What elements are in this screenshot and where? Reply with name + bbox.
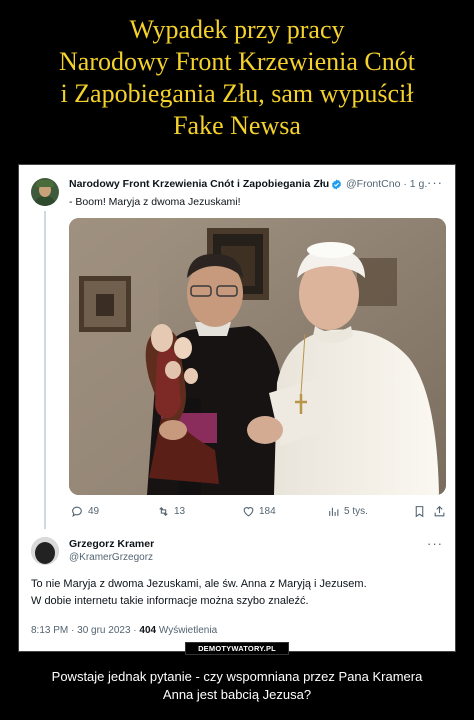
tweet-thread-screenshot: Narodowy Front Krzewienia Cnót i Zapobie… bbox=[18, 164, 456, 652]
meme-title: Wypadek przy pracy Narodowy Front Krzewi… bbox=[0, 14, 474, 142]
thread-connector bbox=[44, 211, 46, 529]
avatar[interactable] bbox=[31, 178, 59, 206]
reply-button[interactable]: 49 bbox=[71, 505, 99, 518]
views-count: 5 tys. bbox=[344, 506, 368, 517]
tweet-header: Narodowy Front Krzewienia Cnót i Zapobie… bbox=[69, 178, 427, 190]
repost-button[interactable]: 13 bbox=[157, 505, 185, 518]
title-line: Narodowy Front Krzewienia Cnót bbox=[59, 47, 415, 76]
tweet-timestamp[interactable]: 8:13 PM · 30 gru 2023 · 404 Wyświetlenia bbox=[31, 625, 217, 636]
repost-count: 13 bbox=[174, 506, 186, 517]
like-icon bbox=[243, 507, 254, 517]
tweet-text-line: To nie Maryja z dwoma Jezuskami, ale św.… bbox=[31, 578, 367, 590]
author-handle[interactable]: @KramerGrzegorz bbox=[69, 552, 153, 563]
views-button[interactable]: 5 tys. bbox=[327, 505, 368, 518]
verified-badge-icon bbox=[331, 179, 342, 190]
author-name[interactable]: Narodowy Front Krzewienia Cnót i Zapobie… bbox=[69, 178, 329, 190]
reply-icon bbox=[72, 506, 82, 517]
tweet-actions: 49 13 184 5 tys. bbox=[69, 505, 447, 521]
tweet-text-line: W dobie internetu takie informacje można… bbox=[31, 595, 309, 607]
repost-icon bbox=[159, 506, 168, 517]
title-line: Wypadek przy pracy bbox=[129, 15, 345, 44]
bookmark-button[interactable] bbox=[413, 505, 426, 518]
more-options-icon[interactable]: ··· bbox=[427, 175, 443, 190]
views-number: 404 bbox=[139, 625, 157, 636]
reply-tweet-text: To nie Maryja z dwoma Jezuskami, ale św.… bbox=[31, 576, 451, 610]
author-handle-time[interactable]: @FrontCno · 1 g. bbox=[346, 178, 427, 190]
like-button[interactable]: 184 bbox=[242, 505, 276, 518]
author-name[interactable]: Grzegorz Kramer bbox=[69, 538, 154, 550]
share-icon bbox=[434, 505, 445, 517]
share-button[interactable] bbox=[433, 505, 446, 518]
views-icon bbox=[329, 507, 339, 516]
photo-illustration bbox=[69, 218, 446, 495]
like-count: 184 bbox=[259, 506, 276, 517]
meme-caption: Powstaje jednak pytanie - czy wspomniana… bbox=[0, 668, 474, 704]
watermark: DEMOTYWATORY.PL bbox=[185, 642, 289, 655]
avatar[interactable] bbox=[31, 537, 59, 565]
views-label: Wyświetlenia bbox=[156, 625, 218, 636]
title-line: i Zapobiegania Złu, sam wypuścił bbox=[60, 79, 414, 108]
reply-count: 49 bbox=[88, 506, 100, 517]
time-date: 8:13 PM · 30 gru 2023 · bbox=[31, 625, 140, 636]
caption-line: Anna jest babcią Jezusa? bbox=[162, 687, 312, 702]
caption-line: Powstaje jednak pytanie - czy wspomniana… bbox=[51, 669, 423, 684]
bookmark-icon bbox=[415, 506, 424, 518]
tweet-photo[interactable] bbox=[69, 218, 446, 495]
tweet-text: - Boom! Maryja z dwoma Jezuskami! bbox=[69, 196, 241, 208]
title-line: Fake Newsa bbox=[173, 111, 301, 140]
more-options-icon[interactable]: ··· bbox=[427, 536, 443, 551]
